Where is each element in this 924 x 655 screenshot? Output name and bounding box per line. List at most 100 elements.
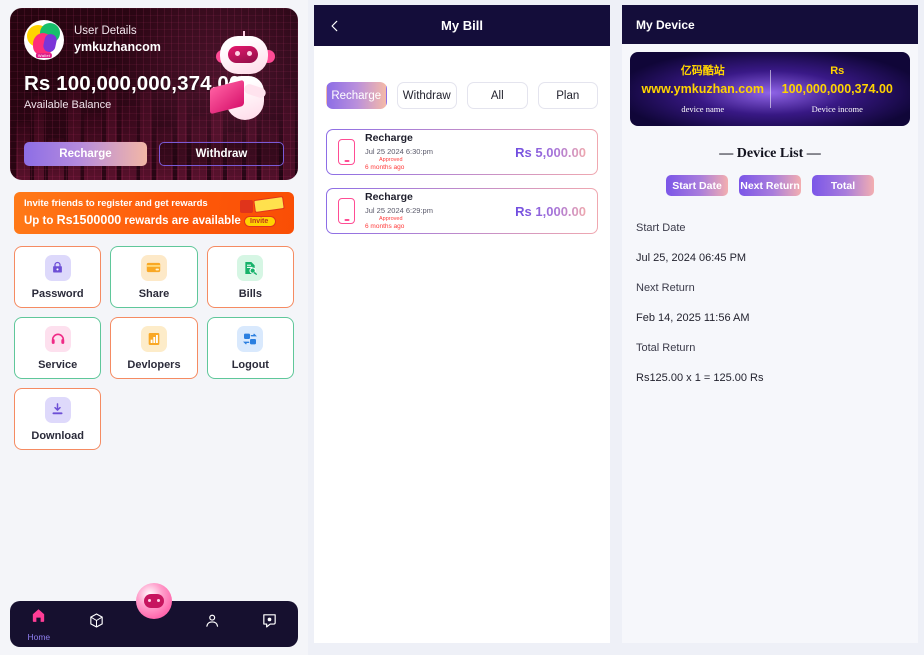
device-income-currency: Rs — [830, 64, 845, 77]
recharge-button[interactable]: Recharge — [24, 142, 147, 166]
feature-label: Share — [138, 287, 170, 300]
feature-label: Service — [38, 358, 78, 371]
robot-icon — [144, 594, 164, 608]
tab-withdraw[interactable]: Withdraw — [396, 82, 457, 109]
feature-download[interactable]: Download — [14, 388, 102, 450]
panel-home: Wallet User Details ymkuzhancom Rs 100,0… — [0, 0, 308, 655]
tab-start-date[interactable]: Start Date — [666, 175, 728, 196]
nav-item-home[interactable]: Home — [16, 607, 62, 642]
feature-share[interactable]: Share — [110, 246, 198, 308]
panel-bill: My Bill Recharge Withdraw All Plan Recha… — [308, 0, 616, 655]
feature-label: Devlopers — [127, 358, 181, 371]
device-name-cn: 亿码酷站 — [680, 64, 725, 77]
bill-item-amount: Rs 5,000.00 — [515, 144, 586, 160]
device-banner: 亿码酷站 www.ymkuzhan.com device name Rs 100… — [630, 52, 910, 126]
feature-label: Download — [31, 429, 84, 442]
tab-next-return[interactable]: Next Return — [739, 175, 801, 196]
device-header: My Device — [622, 5, 918, 44]
bill-list: Recharge Jul 25 2024 6:30:pm Approved 6 … — [314, 109, 610, 234]
invite-badge-icon: Invite — [240, 195, 286, 228]
feature-password[interactable]: Password — [14, 246, 102, 308]
row-key-total-return: Total Return — [636, 342, 696, 354]
mobile-icon — [338, 139, 355, 165]
lock-icon — [44, 254, 71, 281]
status-badge: Approved — [379, 157, 403, 164]
avatar-brand-tag: Wallet — [35, 53, 53, 58]
feature-bills[interactable]: Bills — [206, 246, 294, 308]
feature-label: Bills — [238, 287, 262, 300]
chart-building-icon — [140, 325, 167, 352]
feature-label: Password — [31, 287, 84, 300]
nav-item-chat[interactable] — [246, 612, 292, 637]
bill-item-title: Recharge — [365, 190, 413, 203]
list-item[interactable]: Recharge Jul 25 2024 6:30:pm Approved 6 … — [326, 129, 598, 175]
device-income-value: 100,000,000,374.00 — [781, 81, 893, 96]
bottom-nav: Home — [10, 583, 298, 647]
bill-item-date: Jul 25 2024 6:29:pm — [365, 205, 433, 215]
feature-label: Logout — [231, 358, 269, 371]
feature-logout[interactable]: Logout — [206, 317, 294, 379]
invite-badge-label: Invite — [244, 216, 277, 227]
device-income-caption: Device income — [811, 104, 863, 115]
row-value-next-return: Feb 14, 2025 11:56 AM — [636, 312, 750, 324]
device-detail-rows: Start Date Jul 25, 2024 06:45 PM Next Re… — [622, 196, 918, 384]
home-icon — [30, 607, 47, 629]
bill-search-icon — [237, 254, 264, 281]
feature-grid: Password Share Bills Service Devlopers L… — [14, 246, 294, 450]
card-icon — [140, 254, 167, 281]
device-name-url: www.ymkuzhan.com — [641, 81, 764, 96]
device-tabs: Start Date Next Return Total — [622, 175, 918, 196]
device-name-caption: device name — [681, 104, 725, 115]
robot-mascot-icon — [206, 30, 292, 130]
swap-icon — [237, 325, 264, 352]
row-key-next-return: Next Return — [636, 282, 695, 294]
invite-prefix: Up to — [24, 215, 57, 227]
feature-devlopers[interactable]: Devlopers — [110, 317, 198, 379]
user-details-label: User Details — [74, 24, 137, 37]
invite-banner[interactable]: Invite friends to register and get rewar… — [14, 192, 294, 234]
nav-item-user[interactable] — [189, 612, 235, 637]
invite-amount: Rs1500000 — [56, 213, 122, 227]
app-screenshot: Wallet User Details ymkuzhancom Rs 100,0… — [0, 0, 924, 655]
tab-plan[interactable]: Plan — [537, 82, 598, 109]
status-badge: Approved — [379, 216, 403, 223]
device-name-column: 亿码酷站 www.ymkuzhan.com device name — [636, 64, 770, 114]
withdraw-button[interactable]: Withdraw — [159, 142, 284, 166]
invite-suffix: rewards are available — [121, 215, 241, 227]
row-value-start-date: Jul 25, 2024 06:45 PM — [636, 252, 747, 264]
user-icon — [203, 612, 220, 634]
device-list-title: — Device List — — [719, 146, 821, 161]
bill-item-ago: 6 months ago — [365, 164, 405, 172]
download-icon — [44, 396, 71, 423]
cube-icon — [88, 612, 105, 634]
tab-recharge[interactable]: Recharge — [326, 82, 387, 109]
device-sheet: My Device 亿码酷站 www.ymkuzhan.com device n… — [622, 5, 918, 643]
headset-icon — [44, 325, 71, 352]
row-value-total-return: Rs125.00 x 1 = 125.00 Rs — [636, 372, 764, 384]
tab-all[interactable]: All — [467, 82, 528, 109]
user-name: ymkuzhancom — [74, 40, 161, 55]
bill-sheet: My Bill Recharge Withdraw All Plan Recha… — [314, 5, 610, 643]
device-income-column: Rs 100,000,000,374.00 Device income — [771, 64, 905, 114]
avatar: Wallet — [24, 20, 64, 60]
page-title: My Bill — [441, 18, 483, 33]
nav-label-home: Home — [27, 631, 51, 642]
mobile-icon — [338, 198, 355, 224]
row-key-start-date: Start Date — [636, 222, 686, 234]
chat-icon — [261, 612, 278, 634]
chevron-left-icon[interactable] — [328, 19, 342, 33]
bill-filter-tabs: Recharge Withdraw All Plan — [314, 46, 610, 109]
bill-item-amount: Rs 1,000.00 — [515, 203, 586, 219]
page-title: My Device — [636, 17, 695, 32]
list-item[interactable]: Recharge Jul 25 2024 6:29:pm Approved 6 … — [326, 188, 598, 234]
bill-item-date: Jul 25 2024 6:30:pm — [365, 146, 433, 156]
nav-item-cube[interactable] — [73, 612, 119, 637]
nav-robot-fab[interactable] — [136, 583, 172, 619]
bill-header: My Bill — [314, 5, 610, 46]
feature-service[interactable]: Service — [14, 317, 102, 379]
panel-device: My Device 亿码酷站 www.ymkuzhan.com device n… — [616, 0, 924, 655]
tab-total[interactable]: Total — [812, 175, 874, 196]
bill-item-title: Recharge — [365, 131, 413, 144]
bill-item-ago: 6 months ago — [365, 223, 405, 231]
balance-hero-card: Wallet User Details ymkuzhancom Rs 100,0… — [10, 8, 298, 180]
